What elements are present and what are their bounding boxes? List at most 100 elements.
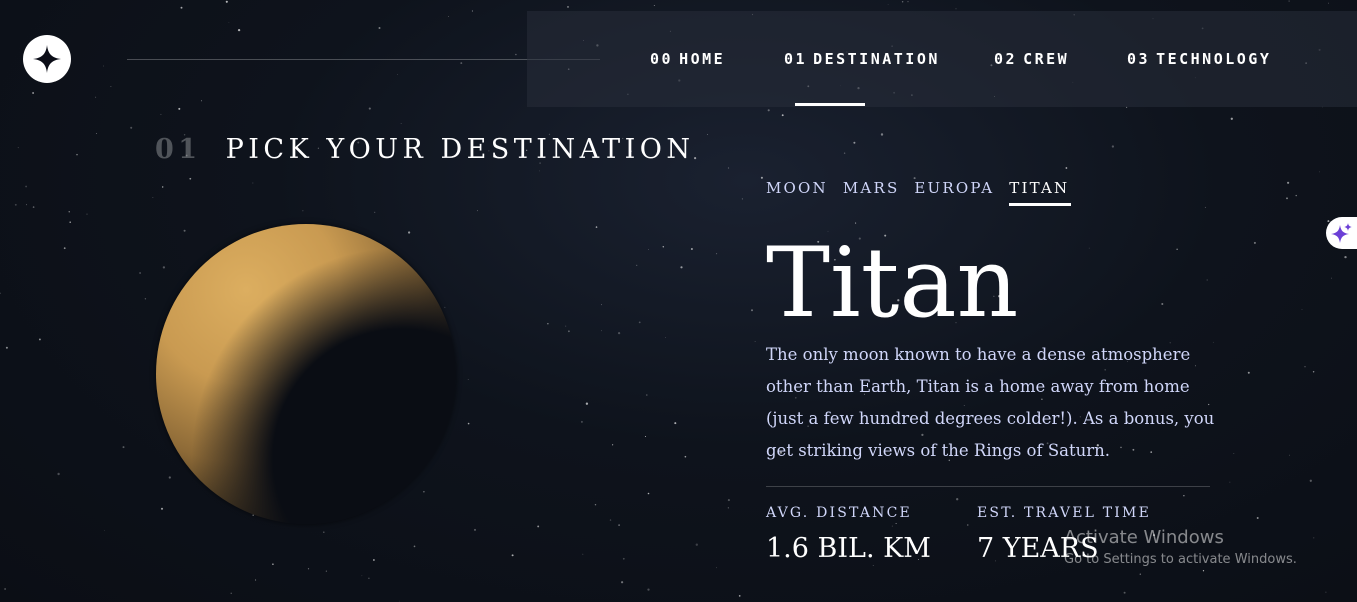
nav-item-home[interactable]: 00 HOME <box>650 11 725 107</box>
star <box>537 525 540 528</box>
star <box>1111 145 1115 148</box>
star <box>647 492 650 495</box>
star <box>26 204 28 206</box>
star <box>716 567 717 569</box>
star <box>374 211 376 213</box>
star <box>690 247 693 251</box>
star <box>14 203 17 206</box>
floating-assistant-button[interactable] <box>1326 217 1357 249</box>
star <box>618 524 620 526</box>
star <box>600 330 602 332</box>
star <box>741 198 743 200</box>
star <box>1088 247 1090 249</box>
nav-item-label: HOME <box>679 50 726 68</box>
star-logo-icon <box>33 45 61 73</box>
star <box>104 530 106 531</box>
star <box>399 600 400 602</box>
star <box>727 499 730 502</box>
star <box>200 100 203 102</box>
star <box>38 338 41 341</box>
star <box>57 472 60 476</box>
star <box>1344 255 1347 259</box>
star <box>407 231 411 234</box>
star <box>162 186 164 188</box>
star <box>1286 197 1288 200</box>
star <box>609 519 612 521</box>
star <box>1328 2 1329 4</box>
star <box>1289 454 1290 456</box>
nav-item-crew[interactable]: 02 CREW <box>994 11 1069 107</box>
star <box>638 321 641 324</box>
star <box>467 422 470 425</box>
star <box>648 249 650 250</box>
star <box>444 306 446 308</box>
star <box>1309 479 1312 482</box>
nav-item-label: CREW <box>1023 50 1070 68</box>
star <box>368 577 370 579</box>
star <box>423 491 425 493</box>
star <box>448 16 449 17</box>
tab-mars[interactable]: MARS <box>843 179 900 197</box>
nav-item-technology[interactable]: 03 TECHNOLOGY <box>1127 11 1271 107</box>
star <box>695 543 698 546</box>
star <box>69 221 71 223</box>
star <box>644 435 647 438</box>
star <box>880 133 884 136</box>
star <box>1247 371 1250 374</box>
star <box>843 152 846 154</box>
star <box>662 246 665 248</box>
star <box>707 134 708 135</box>
star <box>1065 167 1068 169</box>
star <box>144 298 147 300</box>
star <box>582 553 584 555</box>
tab-moon[interactable]: MOON <box>766 179 828 197</box>
page-title-number: 01 <box>155 134 202 165</box>
star <box>178 107 181 110</box>
page-title: 01 PICK YOUR DESTINATION <box>155 134 695 165</box>
star <box>595 226 598 228</box>
star <box>767 109 770 112</box>
star <box>653 5 655 7</box>
star <box>1312 371 1315 373</box>
star <box>255 579 257 581</box>
star <box>891 525 893 527</box>
star <box>96 133 98 134</box>
star <box>684 455 687 458</box>
star <box>1256 517 1259 519</box>
star <box>853 141 856 144</box>
star <box>152 197 154 198</box>
destination-description: The only moon known to have a dense atmo… <box>766 345 1215 460</box>
tab-europa[interactable]: EUROPA <box>914 179 994 197</box>
star <box>361 575 363 577</box>
star <box>601 304 602 306</box>
star <box>460 62 463 65</box>
nav-item-destination[interactable]: 01 DESTINATION <box>784 11 940 107</box>
star <box>612 444 614 446</box>
star <box>4 588 6 590</box>
destination-tabs: MOON MARS EUROPA TITAN <box>766 179 1077 206</box>
star <box>727 167 730 169</box>
star <box>252 182 254 184</box>
nav-item-number: 00 <box>650 50 674 68</box>
star <box>325 570 327 572</box>
star <box>1331 277 1332 279</box>
star <box>1253 241 1256 244</box>
star <box>160 507 164 510</box>
logo-icon[interactable] <box>23 35 71 83</box>
star <box>568 330 570 333</box>
destination-name: Titan <box>766 227 1019 339</box>
star <box>1204 206 1206 208</box>
star <box>17 147 19 149</box>
star <box>86 213 88 215</box>
tab-titan[interactable]: TITAN <box>1009 179 1072 206</box>
star <box>617 331 621 335</box>
sparkle-icon <box>1331 223 1352 243</box>
star <box>32 92 35 94</box>
star <box>1287 181 1290 184</box>
star <box>674 422 677 425</box>
star <box>646 394 648 396</box>
star <box>1288 0 1290 2</box>
star <box>474 528 476 531</box>
star <box>594 503 597 506</box>
star <box>183 229 186 232</box>
